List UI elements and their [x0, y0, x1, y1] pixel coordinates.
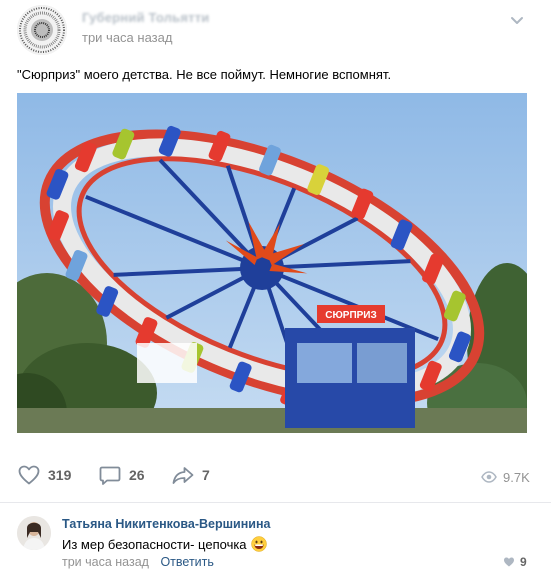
- comment-body: Из мер безопасности- цепочка: [62, 536, 267, 552]
- chevron-down-icon[interactable]: [509, 12, 525, 28]
- comment-text: Из мер безопасности- цепочка: [62, 536, 247, 552]
- heart-icon: [504, 557, 514, 567]
- comment-like-count: 9: [520, 555, 527, 569]
- views-counter: 9.7K: [481, 469, 530, 485]
- reply-link[interactable]: Ответить: [160, 555, 213, 569]
- post-actions-bar: 319 26 7 9.7K: [0, 455, 551, 495]
- carousel-ride-photo: СЮРПРИЗ: [17, 93, 527, 433]
- commenter-avatar-image: [17, 516, 51, 550]
- grinning-face-icon: [250, 536, 267, 552]
- like-count: 319: [48, 467, 72, 483]
- comment-count: 26: [129, 467, 145, 483]
- comment-timestamp[interactable]: три часа назад: [62, 555, 149, 569]
- post-photo[interactable]: СЮРПРИЗ: [17, 93, 527, 433]
- comment-meta: три часа назад Ответить: [62, 555, 214, 569]
- like-button[interactable]: 319: [17, 463, 71, 487]
- comments-divider: [0, 502, 551, 503]
- ride-sign-text: СЮРПРИЗ: [325, 310, 377, 321]
- share-button[interactable]: 7: [171, 463, 210, 487]
- views-count: 9.7K: [503, 469, 530, 485]
- post-author-name[interactable]: Губерний Тольятти: [82, 10, 209, 25]
- share-count: 7: [202, 467, 210, 483]
- commenter-avatar[interactable]: [17, 516, 51, 550]
- speech-bubble-icon: [99, 466, 121, 485]
- author-avatar[interactable]: [17, 5, 67, 55]
- comment-like-button[interactable]: 9: [503, 555, 527, 569]
- comment-button[interactable]: 26: [98, 463, 145, 487]
- share-arrow-icon: [172, 467, 194, 484]
- heart-icon: [18, 465, 40, 485]
- post-header: Губерний Тольятти три часа назад: [0, 0, 551, 60]
- comment-author-name[interactable]: Татьяна Никитенкова-Вершинина: [62, 517, 270, 531]
- eye-icon: [481, 471, 497, 483]
- post-text: "Сюрприз" моего детства. Не все поймут. …: [17, 67, 392, 82]
- author-avatar-image: [17, 5, 67, 55]
- post-timestamp[interactable]: три часа назад: [82, 30, 172, 45]
